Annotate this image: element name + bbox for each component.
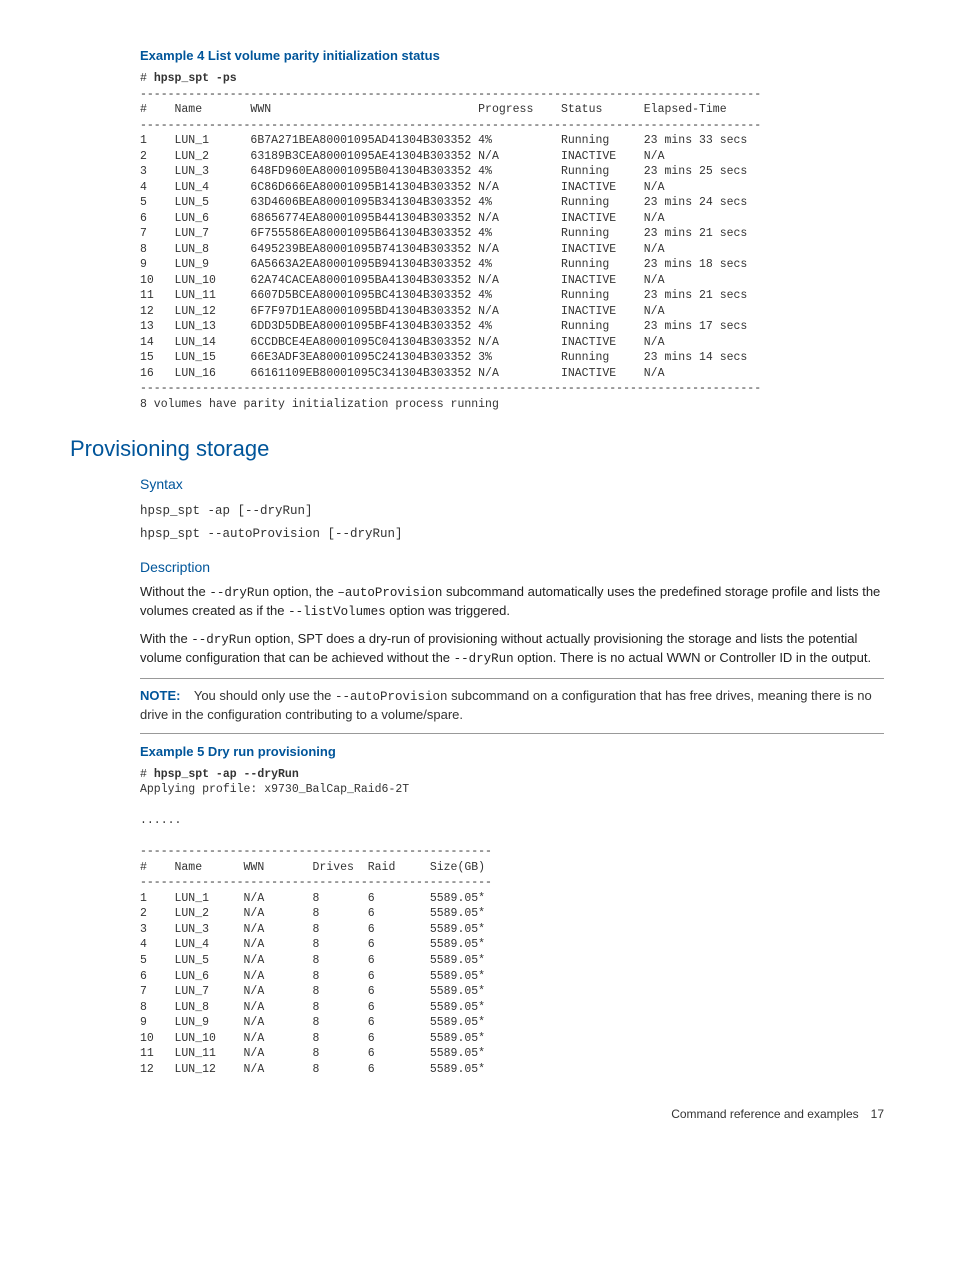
example4-output: # hpsp_spt -ps -------------------------…: [140, 71, 884, 412]
note-block: NOTE: You should only use the --autoProv…: [140, 678, 884, 734]
syntax-heading: Syntax: [140, 476, 884, 492]
example5-title: Example 5 Dry run provisioning: [140, 744, 884, 759]
example4-title: Example 4 List volume parity initializat…: [140, 48, 884, 63]
description-p1: Without the --dryRun option, the –autoPr…: [140, 583, 884, 621]
note-label: NOTE:: [140, 688, 180, 703]
section-heading: Provisioning storage: [70, 436, 884, 462]
syntax-block: hpsp_spt -ap [--dryRun] hpsp_spt --autoP…: [140, 500, 884, 545]
page-footer: Command reference and examples17: [70, 1107, 884, 1121]
example5-output: # hpsp_spt -ap --dryRun Applying profile…: [140, 767, 884, 1077]
description-heading: Description: [140, 559, 884, 575]
description-p2: With the --dryRun option, SPT does a dry…: [140, 630, 884, 668]
